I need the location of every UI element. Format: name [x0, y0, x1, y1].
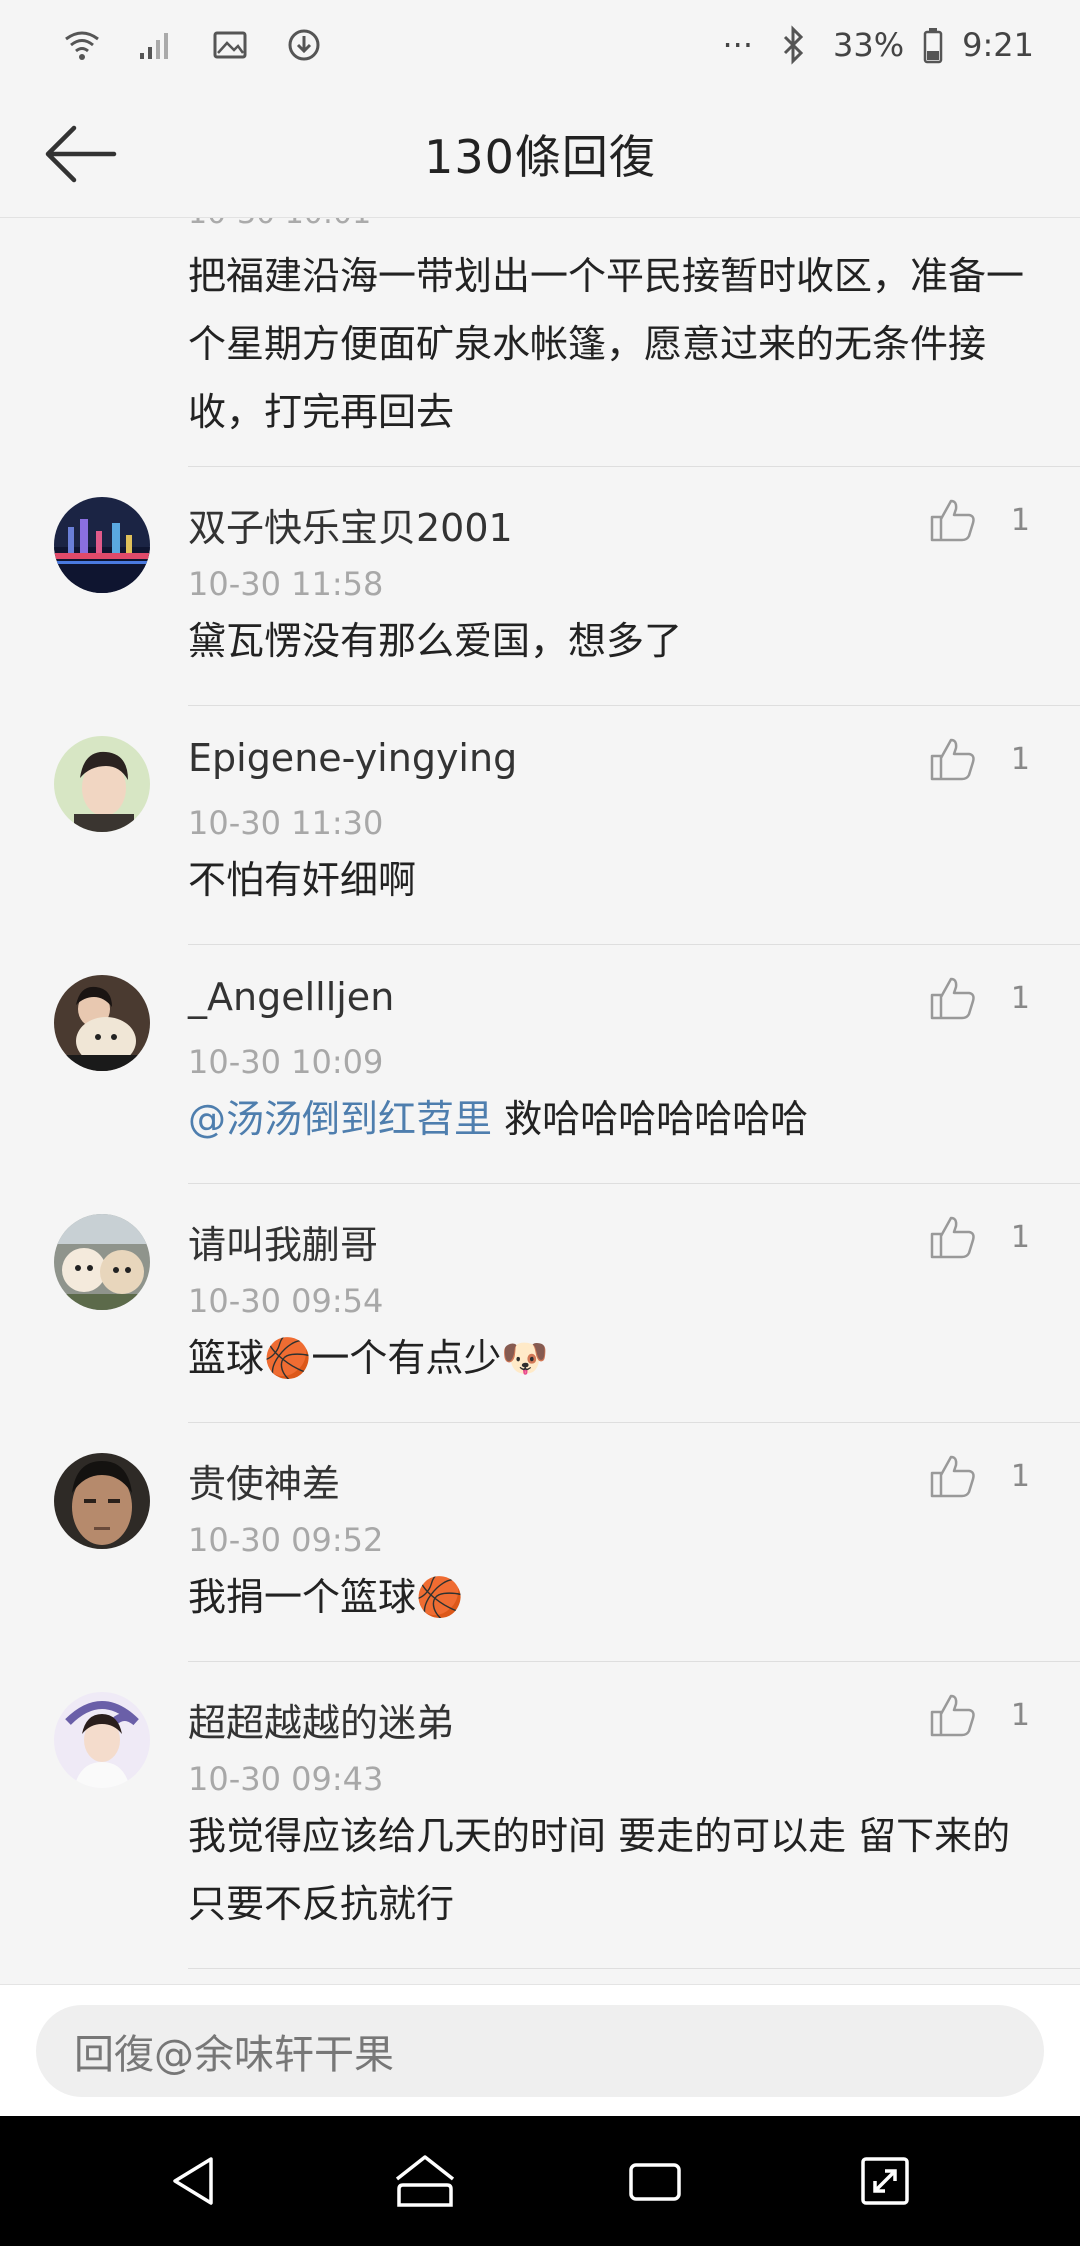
comment-text: 救哈哈哈哈哈哈哈	[492, 1097, 809, 1141]
comment-time: 10-30 09:43	[188, 1760, 384, 1798]
comment-time: 10-30 10:09	[188, 1043, 384, 1081]
comment-content: 篮球🏀一个有点少🐶	[188, 1324, 1040, 1392]
like-count: 1	[1010, 741, 1030, 777]
nav-recents-button[interactable]	[610, 2136, 700, 2226]
gallery-icon	[208, 23, 252, 67]
system-nav-bar	[0, 2116, 1080, 2246]
like-count: 1	[1010, 1697, 1030, 1733]
username[interactable]: 双子快乐宝贝2001	[188, 497, 513, 552]
download-icon	[282, 23, 326, 67]
avatar[interactable]	[54, 1453, 150, 1549]
avatar[interactable]	[54, 736, 150, 832]
status-left-icons	[60, 23, 326, 67]
comment-item[interactable]: 贵使神差 10-30 09:52 我捐一个篮球🏀 1	[0, 1423, 1080, 1661]
divider	[188, 1968, 1080, 1969]
battery-percent: 33%	[833, 26, 905, 64]
comment-content: 黛瓦愣没有那么爱国，想多了	[188, 619, 683, 663]
comment-time: 10-30 09:52	[188, 1521, 384, 1559]
comment-text: 篮球	[188, 1336, 265, 1380]
comment-content: 我捐一个篮球🏀	[188, 1563, 1040, 1631]
battery-icon	[922, 23, 944, 67]
thumbs-up-icon	[930, 1455, 975, 1498]
like-count: 1	[1010, 1458, 1030, 1494]
like-button[interactable]: 1	[929, 1453, 1030, 1499]
back-nav-icon	[173, 2157, 213, 2205]
comment-item[interactable]: Epigene-yingying 10-30 11:30 不怕有奸细啊 1	[0, 706, 1080, 944]
username[interactable]: 请叫我蒯哥	[188, 1214, 378, 1269]
comment-content: @汤汤倒到红苕里 救哈哈哈哈哈哈哈	[188, 1085, 1040, 1153]
like-button[interactable]: 1	[929, 497, 1030, 543]
comment-content: 把福建沿海一带划出一个平民接暂时收区，准备一个星期方便面矿泉水帐篷，愿意过来的无…	[188, 254, 1025, 434]
comment-content: 我觉得应该给几天的时间 要走的可以走 留下来的 只要不反抗就行	[188, 1814, 1011, 1926]
like-count: 1	[1010, 502, 1030, 538]
like-button[interactable]: 1	[929, 1692, 1030, 1738]
thumbs-up-icon	[930, 499, 975, 542]
username[interactable]: Epigene-yingying	[188, 736, 517, 780]
comment-text: 一个有点少	[311, 1336, 502, 1380]
mention-link[interactable]: @汤汤倒到红苕里	[188, 1097, 492, 1141]
signal-icon	[134, 23, 178, 67]
username[interactable]: 超超越越的迷弟	[188, 1692, 454, 1747]
like-count: 1	[1010, 1219, 1030, 1255]
reply-input[interactable]: 回復@余味轩干果	[36, 2005, 1044, 2097]
reply-bar: 回復@余味轩干果	[0, 1984, 1080, 2116]
page-title: 130條回復	[424, 129, 656, 184]
thumbs-up-icon	[930, 1216, 975, 1259]
username[interactable]: 贵使神差	[188, 1453, 340, 1508]
comment-item[interactable]: _Angellljen 10-30 10:09 @汤汤倒到红苕里 救哈哈哈哈哈哈…	[0, 945, 1080, 1183]
status-bar: ··· 33% 9:21	[0, 0, 1080, 90]
thumbs-up-icon	[930, 977, 975, 1020]
comment-text: 我捐一个篮球	[188, 1575, 417, 1619]
thumbs-up-icon	[930, 1694, 975, 1737]
like-count: 1	[1010, 980, 1030, 1016]
comment-time: 10-30 11:30	[188, 804, 384, 842]
avatar[interactable]	[54, 497, 150, 593]
back-button[interactable]	[40, 118, 120, 190]
comment-time: 10-30 09:54	[188, 1282, 384, 1320]
like-button[interactable]: 1	[929, 736, 1030, 782]
avatar[interactable]	[54, 1692, 150, 1788]
nav-expand-button[interactable]	[840, 2136, 930, 2226]
bluetooth-icon	[771, 23, 815, 67]
more-indicator: ···	[722, 26, 754, 64]
dog-emoji: 🐶	[501, 1336, 549, 1380]
expand-nav-icon	[861, 2157, 909, 2205]
comment-content: 不怕有奸细啊	[188, 858, 417, 902]
avatar[interactable]	[54, 975, 150, 1071]
avatar[interactable]	[54, 1214, 150, 1310]
comment-item[interactable]: 双子快乐宝贝2001 10-30 11:58 黛瓦愣没有那么爱国，想多了 1	[0, 467, 1080, 705]
home-nav-icon	[395, 2155, 455, 2207]
wifi-icon	[60, 23, 104, 67]
thumbs-up-icon	[930, 738, 975, 781]
username[interactable]: _Angellljen	[188, 975, 394, 1019]
like-button[interactable]: 1	[929, 1214, 1030, 1260]
like-button[interactable]: 1	[929, 975, 1030, 1021]
comment-time: 10-30 11:58	[188, 565, 384, 603]
comment-item[interactable]: 超超越越的迷弟 10-30 09:43 我觉得应该给几天的时间 要走的可以走 留…	[0, 1662, 1080, 1968]
back-arrow-icon	[45, 125, 117, 183]
nav-back-button[interactable]	[150, 2136, 240, 2226]
basketball-emoji: 🏀	[264, 1336, 312, 1380]
nav-home-button[interactable]	[380, 2136, 470, 2226]
comment-time: 10-30 10:01	[188, 218, 371, 231]
status-right-icons: ··· 33% 9:21	[722, 23, 1034, 67]
clock: 9:21	[962, 26, 1034, 64]
recents-nav-icon	[629, 2163, 681, 2201]
basketball-emoji: 🏀	[416, 1575, 464, 1619]
comment-list[interactable]: 10-30 10:01 把福建沿海一带划出一个平民接暂时收区，准备一个星期方便面…	[0, 218, 1080, 1984]
top-bar: 130條回復	[0, 90, 1080, 218]
comment-item-partial[interactable]: 10-30 10:01 把福建沿海一带划出一个平民接暂时收区，准备一个星期方便面…	[0, 218, 1080, 466]
comment-item[interactable]: 请叫我蒯哥 10-30 09:54 篮球🏀一个有点少🐶 1	[0, 1184, 1080, 1422]
